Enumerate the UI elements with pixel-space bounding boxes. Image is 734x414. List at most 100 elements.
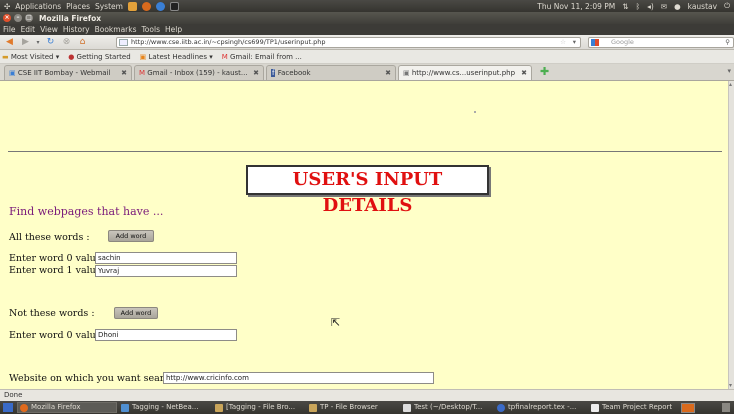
gmail-favicon-icon: M — [139, 69, 146, 77]
navigation-toolbar: ◀ ▶ ▾ ↻ ⊗ ⌂ http://www.cse.iitb.ac.in/~c… — [0, 35, 734, 50]
menu-view[interactable]: View — [40, 25, 58, 34]
facebook-favicon-icon: f — [271, 69, 276, 77]
new-tab-icon[interactable]: ✚ — [540, 65, 549, 78]
forward-arrow-icon[interactable]: ▶ — [19, 37, 32, 48]
tab-label: http://www.cs...userinput.php — [411, 69, 516, 77]
menu-applications[interactable]: Applications — [15, 2, 61, 11]
site-identity-icon[interactable] — [119, 39, 128, 46]
taskbar-item-label: Tagging - NetBea... — [132, 403, 199, 411]
user-icon[interactable]: ● — [674, 2, 681, 11]
add-all-word-button[interactable]: Add word — [108, 230, 154, 242]
taskbar-item-label: Test (~/Desktop/T... — [414, 403, 483, 411]
website-input[interactable]: http://www.cricinfo.com — [163, 372, 434, 384]
top-panel: ✣ Applications Places System Thu Nov 11,… — [0, 0, 734, 12]
tab-close-icon[interactable]: ✖ — [385, 66, 391, 80]
not-word-0-input[interactable]: Dhoni — [95, 329, 237, 341]
taskbar-item-file-browser-tp[interactable]: TP - File Browser — [307, 402, 399, 413]
back-arrow-icon[interactable]: ◀ — [3, 37, 16, 48]
clock[interactable]: Thu Nov 11, 2:09 PM — [537, 2, 615, 11]
bookmark-label: Latest Headlines ▾ — [148, 52, 213, 61]
tab-close-icon[interactable]: ✖ — [253, 66, 259, 80]
taskbar-item-netbeans[interactable]: Tagging - NetBea... — [119, 402, 211, 413]
tab-close-icon[interactable]: ✖ — [521, 66, 527, 80]
tab-webmail[interactable]: ▣ CSE IIT Bombay - Webmail ✖ — [4, 65, 132, 80]
bookmark-latest-headlines[interactable]: ▣ Latest Headlines ▾ — [140, 53, 213, 61]
bookmark-star-icon[interactable]: ☆ — [560, 38, 566, 47]
history-dropdown-icon[interactable]: ▾ — [35, 37, 41, 48]
all-word-1-label: Enter word 1 value — [9, 265, 102, 276]
menu-file[interactable]: File — [3, 25, 16, 34]
bottom-taskbar: Mozilla Firefox Tagging - NetBea... [Tag… — [0, 401, 734, 414]
website-label: Website on which you want search : — [9, 373, 183, 384]
close-window-icon[interactable]: × — [3, 14, 11, 22]
terminal-launcher-icon[interactable] — [169, 1, 179, 11]
scroll-up-icon[interactable]: ▴ — [729, 81, 732, 88]
user-name[interactable]: kaustav — [688, 2, 717, 11]
bookmark-gmail[interactable]: M Gmail: Email from ... — [222, 53, 302, 61]
network-icon[interactable]: ⇅ — [622, 2, 628, 11]
page-title: USER'S INPUT DETAILS — [246, 165, 489, 216]
search-engine-icon[interactable] — [591, 39, 599, 46]
folder-icon: ▬ — [2, 52, 9, 61]
latex-editor-icon — [497, 403, 505, 412]
bookmark-most-visited[interactable]: ▬ Most Visited ▾ — [2, 53, 59, 61]
bookmark-label: Getting Started — [76, 52, 131, 61]
taskbar-item-label: Team Project Report — [602, 403, 673, 411]
search-icon[interactable]: ⚲ — [725, 38, 730, 47]
all-word-1-input[interactable]: Yuvraj — [95, 265, 237, 277]
ubuntu-logo-icon[interactable]: ✣ — [4, 2, 10, 11]
bluetooth-icon[interactable]: ᛒ — [636, 2, 641, 11]
menu-edit[interactable]: Edit — [21, 25, 36, 34]
tab-gmail[interactable]: M Gmail - Inbox (159) - kaust... ✖ — [134, 65, 264, 80]
tab-label: Gmail - Inbox (159) - kaust... — [147, 69, 248, 77]
tab-favicon-icon: ▣ — [9, 69, 16, 77]
taskbar-item-file-browser-tagging[interactable]: [Tagging - File Bro... — [213, 402, 305, 413]
workspace-switcher-icon[interactable] — [681, 402, 695, 413]
menu-bookmarks[interactable]: Bookmarks — [95, 25, 137, 34]
menu-tools[interactable]: Tools — [142, 25, 160, 34]
firefox-icon: ● — [68, 52, 75, 61]
maximize-window-icon[interactable]: □ — [25, 14, 33, 22]
netbeans-icon — [121, 403, 129, 412]
window-titlebar[interactable]: × – □ Mozilla Firefox — [0, 12, 734, 24]
taskbar-item-firefox[interactable]: Mozilla Firefox — [17, 402, 117, 413]
tab-close-icon[interactable]: ✖ — [121, 66, 127, 80]
url-text: http://www.cse.iitb.ac.in/~cpsingh/cs699… — [131, 38, 326, 46]
add-not-word-button[interactable]: Add word — [114, 307, 158, 319]
home-icon[interactable]: ⌂ — [76, 37, 89, 48]
search-input[interactable]: Google ⚲ — [588, 37, 734, 48]
taskbar-item-label: Mozilla Firefox — [31, 403, 81, 411]
window-title: Mozilla Firefox — [39, 13, 102, 23]
not-words-label: Not these words : — [9, 308, 95, 319]
menu-help[interactable]: Help — [165, 25, 182, 34]
show-desktop-icon[interactable] — [3, 403, 13, 412]
all-word-0-input[interactable]: sachin — [95, 252, 237, 264]
url-dropdown-icon[interactable]: ▾ — [573, 38, 576, 47]
firefox-launcher-icon[interactable] — [141, 1, 151, 11]
taskbar-item-team-project-report[interactable]: Team Project Report — [589, 402, 677, 413]
reload-icon[interactable]: ↻ — [44, 37, 57, 48]
tab-userinput[interactable]: ▣ http://www.cs...userinput.php ✖ — [398, 65, 532, 80]
power-icon[interactable]: ⏻ — [724, 1, 730, 11]
tab-strip: ▣ CSE IIT Bombay - Webmail ✖ M Gmail - I… — [0, 64, 734, 81]
taskbar-item-test-editor[interactable]: Test (~/Desktop/T... — [401, 402, 493, 413]
tab-facebook[interactable]: f Facebook ✖ — [266, 65, 396, 80]
status-text: Done — [4, 391, 23, 399]
menu-places[interactable]: Places — [66, 2, 90, 11]
menu-history[interactable]: History — [63, 25, 90, 34]
vertical-scrollbar[interactable]: ▴ ▾ — [728, 81, 734, 389]
scroll-down-icon[interactable]: ▾ — [729, 382, 732, 389]
mail-icon[interactable]: ✉ — [661, 2, 667, 11]
stop-icon[interactable]: ⊗ — [60, 37, 73, 48]
volume-icon[interactable]: ◂) — [647, 2, 654, 11]
tab-list-icon[interactable]: ▾ — [727, 67, 731, 75]
help-launcher-icon[interactable] — [155, 1, 165, 11]
document-icon — [591, 403, 599, 412]
app-launcher-icon[interactable] — [127, 1, 137, 11]
url-input[interactable]: http://www.cse.iitb.ac.in/~cpsingh/cs699… — [116, 37, 581, 48]
bookmark-getting-started[interactable]: ● Getting Started — [68, 53, 130, 61]
menu-system[interactable]: System — [95, 2, 123, 11]
minimize-window-icon[interactable]: – — [14, 14, 22, 22]
taskbar-item-tpfinalreport[interactable]: tpfinalreport.tex -... — [495, 402, 587, 413]
trash-icon[interactable] — [722, 403, 730, 412]
